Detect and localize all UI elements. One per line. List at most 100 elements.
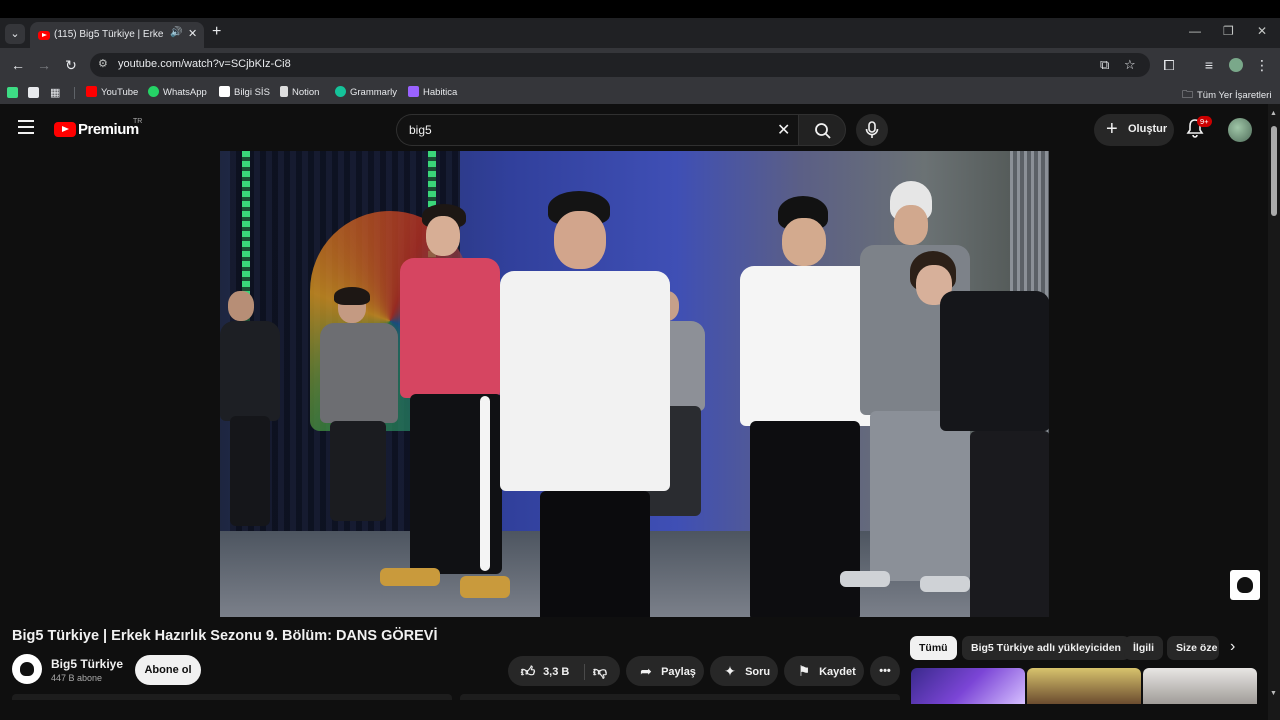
recommended-thumbnail[interactable]: [911, 668, 1025, 704]
install-app-icon[interactable]: ⧉: [1100, 57, 1109, 73]
forward-button[interactable]: →: [34, 55, 54, 75]
all-bookmarks-folder[interactable]: 🗀 Tüm Yer İşaretleri: [1182, 86, 1271, 105]
close-window-icon[interactable]: ✕: [1257, 24, 1267, 38]
site-info-icon[interactable]: ⚙: [98, 57, 108, 70]
bookmarks-bar: ▦ YouTube WhatsApp Bilgi SİS Notion Gram…: [0, 82, 1280, 104]
reload-button[interactable]: ↻: [61, 55, 81, 75]
bookmark-bilgi-sis[interactable]: Bilgi SİS: [219, 86, 270, 98]
ask-label: Soru: [745, 666, 771, 678]
grammarly-icon: [335, 86, 346, 97]
more-horizontal-icon: •••: [879, 665, 891, 677]
bookmark-notion[interactable]: Notion: [280, 86, 319, 98]
like-divider: [584, 664, 585, 680]
media-controls-icon[interactable]: ≡: [1199, 55, 1219, 75]
channel-name[interactable]: Big5 Türkiye: [51, 657, 123, 671]
bookmark-app-icon[interactable]: [7, 87, 18, 98]
more-actions-button[interactable]: •••: [870, 656, 900, 686]
speaker-icon[interactable]: 🔊: [170, 27, 182, 38]
search-icon: [815, 123, 831, 139]
create-button[interactable]: + Oluştur: [1094, 114, 1174, 146]
scroll-down-icon[interactable]: ▼: [1270, 690, 1277, 697]
new-tab-button[interactable]: +: [212, 23, 221, 41]
save-label: Kaydet: [819, 666, 856, 678]
account-avatar[interactable]: [1228, 118, 1252, 142]
close-tab-icon[interactable]: ✕: [188, 27, 197, 40]
like-button[interactable]: 👍︎ 3,3 B: [520, 663, 570, 679]
youtube-favicon-icon: [38, 31, 50, 40]
dislike-button[interactable]: 👎︎: [592, 656, 608, 687]
page-scrollbar[interactable]: ▲ ▼: [1268, 104, 1280, 720]
search-query[interactable]: big5: [409, 123, 432, 137]
chip-from-uploader[interactable]: Big5 Türkiye adlı yükleyiciden: [962, 636, 1130, 660]
like-dislike-group: 👍︎ 3,3 B 👎︎: [508, 656, 620, 686]
chevron-right-icon[interactable]: ›: [1230, 638, 1235, 656]
address-bar[interactable]: ⚙ youtube.com/watch?v=SCjbKIz-Ci8 ⧉ ☆: [90, 53, 1150, 77]
url-text[interactable]: youtube.com/watch?v=SCjbKIz-Ci8: [118, 58, 291, 70]
voice-search-button[interactable]: [856, 114, 888, 146]
subscribe-button[interactable]: Abone ol: [135, 655, 201, 685]
menu-icon[interactable]: [18, 120, 34, 134]
scrollbar-thumb[interactable]: [1271, 126, 1277, 216]
habitica-icon: [408, 86, 419, 97]
tab-search-button[interactable]: ⌄: [5, 24, 25, 44]
share-button[interactable]: ➦ Paylaş: [626, 656, 704, 686]
thumbs-down-icon: 👎︎: [592, 663, 608, 679]
screen-top-edge: [0, 0, 1280, 18]
content-card-edge: [12, 694, 452, 700]
channel-watermark-icon[interactable]: [1230, 570, 1260, 600]
youtube-logo-icon[interactable]: [54, 122, 76, 137]
document-icon: [219, 86, 230, 97]
bookmark-app-icon[interactable]: [28, 87, 39, 98]
video-title: Big5 Türkiye | Erkek Hazırlık Sezonu 9. …: [12, 628, 438, 644]
notion-icon: [280, 86, 288, 97]
browser-menu-icon[interactable]: ⋮: [1252, 55, 1272, 75]
extensions-icon[interactable]: ⧠: [1159, 55, 1179, 75]
scroll-up-icon[interactable]: ▲: [1270, 110, 1277, 117]
profile-avatar[interactable]: [1226, 55, 1246, 75]
restore-icon[interactable]: ❐: [1223, 24, 1234, 38]
search-input[interactable]: big5 ✕: [396, 114, 798, 146]
apps-grid-icon[interactable]: ▦: [50, 86, 60, 99]
browser-tab-active[interactable]: (115) Big5 Türkiye | Erkek H 🔊 ✕: [30, 22, 204, 48]
bookmark-icon: ⚑: [797, 663, 811, 679]
recommended-thumbnail[interactable]: [1143, 668, 1257, 704]
bookmark-star-icon[interactable]: ☆: [1124, 57, 1136, 73]
share-icon: ➦: [640, 663, 652, 679]
whatsapp-icon: [148, 86, 159, 97]
plus-icon: +: [1106, 118, 1118, 140]
ask-button[interactable]: ✦ Soru: [710, 656, 778, 686]
tab-title: (115) Big5 Türkiye | Erkek H: [54, 29, 164, 40]
notification-count-badge: 9+: [1197, 116, 1212, 127]
chip-related[interactable]: İlgili: [1124, 636, 1163, 660]
share-label: Paylaş: [661, 666, 696, 678]
save-button[interactable]: ⚑ Kaydet: [784, 656, 864, 686]
youtube-page: Premium TR big5 ✕ + Oluştur 9+ Big5 Türk…: [0, 104, 1280, 720]
folder-icon: 🗀: [1182, 89, 1193, 101]
like-count: 3,3 B: [543, 666, 570, 678]
minimize-icon[interactable]: —: [1189, 24, 1201, 38]
bookmark-youtube[interactable]: YouTube: [86, 86, 138, 98]
youtube-premium-logo[interactable]: Premium: [78, 121, 139, 138]
bookmark-divider: [74, 87, 75, 99]
video-player[interactable]: [220, 151, 1049, 617]
bookmark-whatsapp[interactable]: WhatsApp: [148, 86, 207, 98]
subscriber-count: 447 B abone: [51, 673, 103, 683]
bookmark-grammarly[interactable]: Grammarly: [335, 86, 397, 98]
browser-toolbar: ← → ↻ ⚙ youtube.com/watch?v=SCjbKIz-Ci8 …: [0, 48, 1280, 82]
microphone-icon: [865, 121, 879, 138]
clear-search-icon[interactable]: ✕: [777, 120, 790, 140]
bookmark-habitica[interactable]: Habitica: [408, 86, 457, 98]
thumbs-up-icon: 👍︎: [520, 663, 536, 679]
youtube-header: Premium TR big5 ✕ + Oluştur 9+: [0, 104, 1268, 152]
chip-all[interactable]: Tümü: [910, 636, 957, 660]
search-button[interactable]: [798, 114, 846, 146]
back-button[interactable]: ←: [8, 55, 28, 75]
browser-tab-strip: ⌄ (115) Big5 Türkiye | Erkek H 🔊 ✕ + — ❐…: [0, 18, 1280, 48]
recommended-thumbnail[interactable]: [1027, 668, 1141, 704]
chip-for-you[interactable]: Size öze: [1167, 636, 1219, 660]
sparkle-icon: ✦: [724, 663, 736, 679]
youtube-icon: [86, 86, 97, 97]
region-code: TR: [133, 118, 143, 125]
channel-avatar[interactable]: [12, 654, 42, 684]
content-card-edge: [460, 694, 900, 700]
